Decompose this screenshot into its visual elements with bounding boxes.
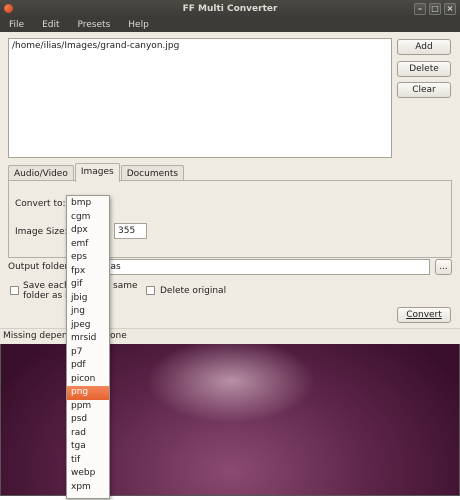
format-option-mrsid[interactable]: mrsid	[67, 332, 109, 346]
format-option-webp[interactable]: webp	[67, 467, 109, 481]
menu-bar: File Edit Presets Help	[0, 18, 460, 32]
save-same-folder-label-line1: Save each	[23, 281, 70, 291]
add-button[interactable]: Add	[397, 39, 451, 55]
format-option-eps[interactable]: eps	[67, 251, 109, 265]
format-option-xpm[interactable]: xpm	[67, 481, 109, 495]
title-bar: FF Multi Converter – □ ×	[0, 0, 460, 18]
output-folder-input[interactable]: ias	[104, 259, 430, 275]
file-list-item[interactable]: /home/ilias/Images/grand-canyon.jpg	[12, 41, 388, 51]
format-dropdown-list[interactable]: bmp cgm dpx emf eps fpx gif jbig jng jpeg mrsid p7 p…	[66, 195, 110, 499]
format-option-ppm[interactable]: ppm	[67, 400, 109, 414]
format-option-cgm[interactable]: cgm	[67, 211, 109, 225]
menu-edit[interactable]: Edit	[33, 18, 68, 32]
file-list[interactable]: /home/ilias/Images/grand-canyon.jpg	[8, 38, 392, 158]
maximize-icon[interactable]: □	[429, 3, 441, 15]
format-option-jbig[interactable]: jbig	[67, 292, 109, 306]
format-option-picon[interactable]: picon	[67, 373, 109, 387]
format-option-tif[interactable]: tif	[67, 454, 109, 468]
menu-help[interactable]: Help	[119, 18, 158, 32]
format-option-gif[interactable]: gif	[67, 278, 109, 292]
format-option-emf[interactable]: emf	[67, 238, 109, 252]
format-option-p7[interactable]: p7	[67, 346, 109, 360]
delete-original-checkbox[interactable]	[146, 286, 155, 295]
minimize-icon[interactable]: –	[414, 3, 426, 15]
format-option-pdf[interactable]: pdf	[67, 359, 109, 373]
delete-button[interactable]: Delete	[397, 61, 451, 77]
app-close-dot-icon[interactable]	[4, 4, 13, 13]
format-option-rad[interactable]: rad	[67, 427, 109, 441]
delete-original-label: Delete original	[160, 286, 227, 296]
clear-button[interactable]: Clear	[397, 82, 451, 98]
image-height-input[interactable]: 355	[114, 223, 147, 239]
menu-presets[interactable]: Presets	[69, 18, 120, 32]
close-icon[interactable]: ×	[444, 3, 456, 15]
browse-button[interactable]: ...	[435, 259, 452, 275]
tab-images[interactable]: Images	[74, 163, 120, 182]
save-same-folder-label-tail: same	[113, 281, 138, 291]
save-same-folder-label-line2: folder as i	[23, 291, 68, 301]
tab-bar: Audio/Video Images Documents	[8, 163, 185, 182]
format-option-jng[interactable]: jng	[67, 305, 109, 319]
output-folder-label: Output folder:	[8, 262, 72, 272]
format-option-psd[interactable]: psd	[67, 413, 109, 427]
convert-to-label: Convert to:	[15, 199, 66, 209]
status-text: Missing depen	[3, 331, 68, 341]
save-same-folder-checkbox[interactable]	[10, 286, 19, 295]
window-title: FF Multi Converter	[182, 4, 278, 14]
menu-file[interactable]: File	[0, 18, 33, 32]
format-option-tga[interactable]: tga	[67, 440, 109, 454]
format-option-jpeg[interactable]: jpeg	[67, 319, 109, 333]
convert-button[interactable]: Convert	[397, 307, 451, 323]
image-size-label: Image Size:	[15, 227, 68, 237]
format-option-fpx[interactable]: fpx	[67, 265, 109, 279]
format-option-bmp[interactable]: bmp	[67, 197, 109, 211]
format-option-dpx[interactable]: dpx	[67, 224, 109, 238]
status-text-tail: one	[110, 331, 127, 341]
format-option-png[interactable]: png	[67, 386, 109, 400]
